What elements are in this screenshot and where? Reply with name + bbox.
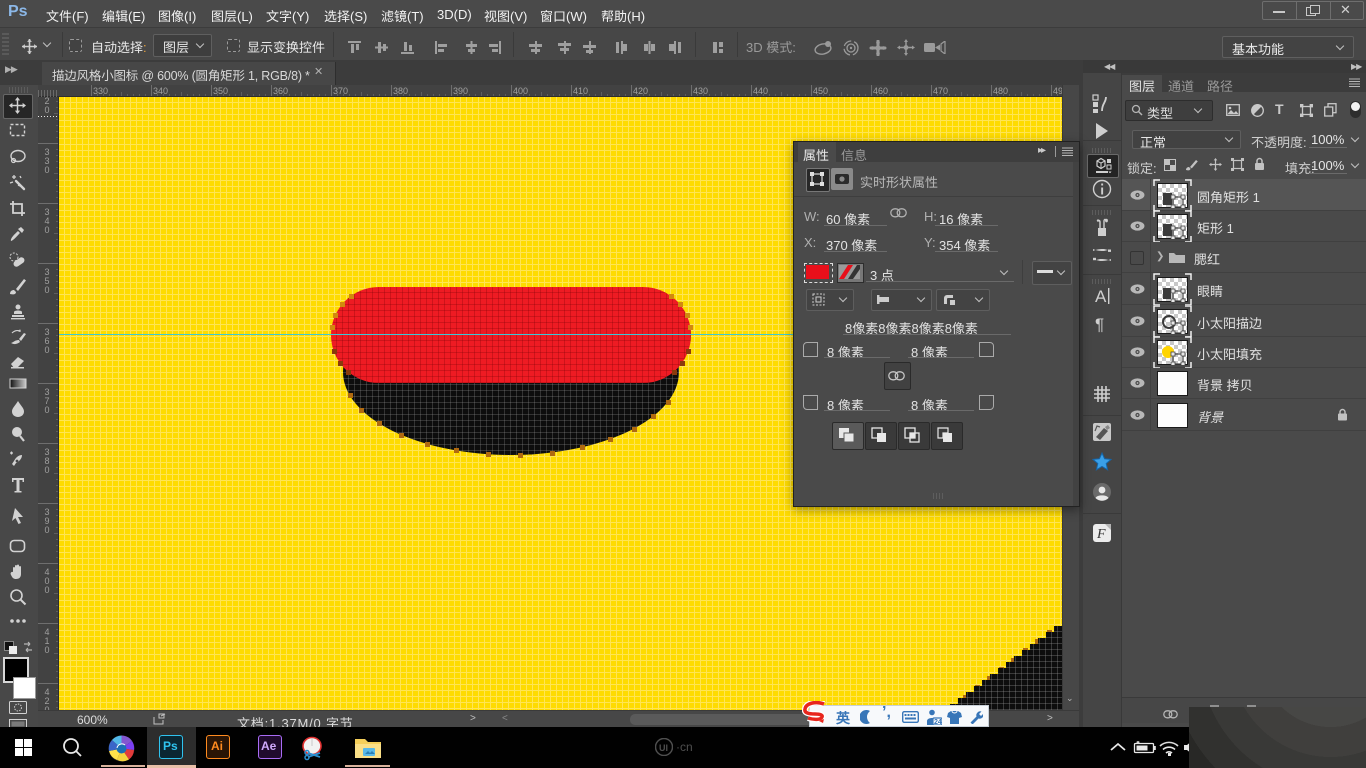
svg-text:24: 24	[934, 719, 942, 725]
svg-text:¶: ¶	[1095, 315, 1104, 334]
svg-text:F: F	[1096, 527, 1106, 542]
svg-text:A: A	[1095, 287, 1107, 306]
svg-text:UI: UI	[659, 743, 668, 753]
